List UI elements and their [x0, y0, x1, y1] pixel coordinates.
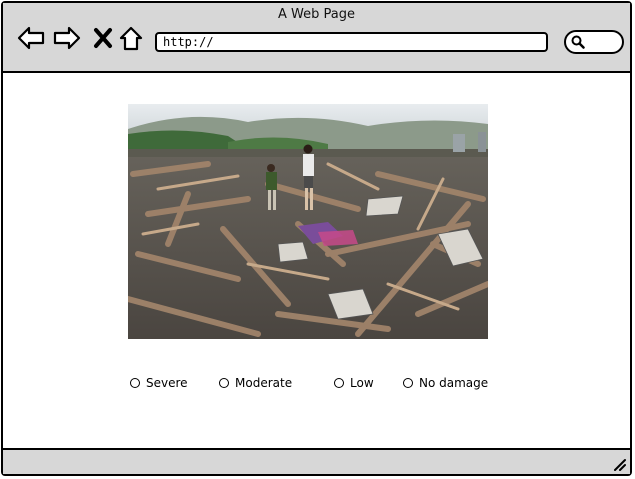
forward-button[interactable]	[51, 23, 83, 53]
back-arrow-icon	[17, 26, 45, 50]
option-label: Moderate	[235, 376, 293, 390]
option-label: No damage	[419, 376, 489, 390]
radio-button[interactable]	[219, 378, 229, 388]
option-label: Severe	[146, 376, 188, 390]
home-icon	[119, 26, 143, 51]
home-button[interactable]	[115, 23, 147, 53]
status-bar	[3, 448, 630, 474]
page-content: Severe Moderate Low No damage	[3, 73, 630, 450]
option-low[interactable]: Low	[334, 376, 374, 390]
search-icon	[571, 35, 585, 49]
browser-toolbar: A Web Page	[3, 3, 630, 73]
rubble-photo-image	[128, 104, 488, 339]
option-moderate[interactable]: Moderate	[219, 376, 292, 390]
option-label: Low	[350, 376, 374, 390]
radio-button[interactable]	[334, 378, 344, 388]
damage-photo	[128, 104, 488, 339]
browser-window: A Web Page http:// Severe Moderate Low N…	[1, 1, 632, 476]
option-severe[interactable]: Severe	[130, 376, 188, 390]
forward-arrow-icon	[53, 26, 81, 50]
radio-button[interactable]	[130, 378, 140, 388]
window-title: A Web Page	[278, 7, 355, 22]
back-button[interactable]	[15, 23, 47, 53]
close-x-icon	[94, 28, 112, 48]
radio-button[interactable]	[403, 378, 413, 388]
resize-grip-icon[interactable]	[612, 457, 626, 471]
address-bar[interactable]	[155, 32, 548, 52]
option-no-damage[interactable]: No damage	[403, 376, 488, 390]
url-input[interactable]	[157, 34, 546, 50]
damage-level-options: Severe Moderate Low No damage	[3, 376, 630, 396]
search-field[interactable]	[564, 30, 624, 54]
